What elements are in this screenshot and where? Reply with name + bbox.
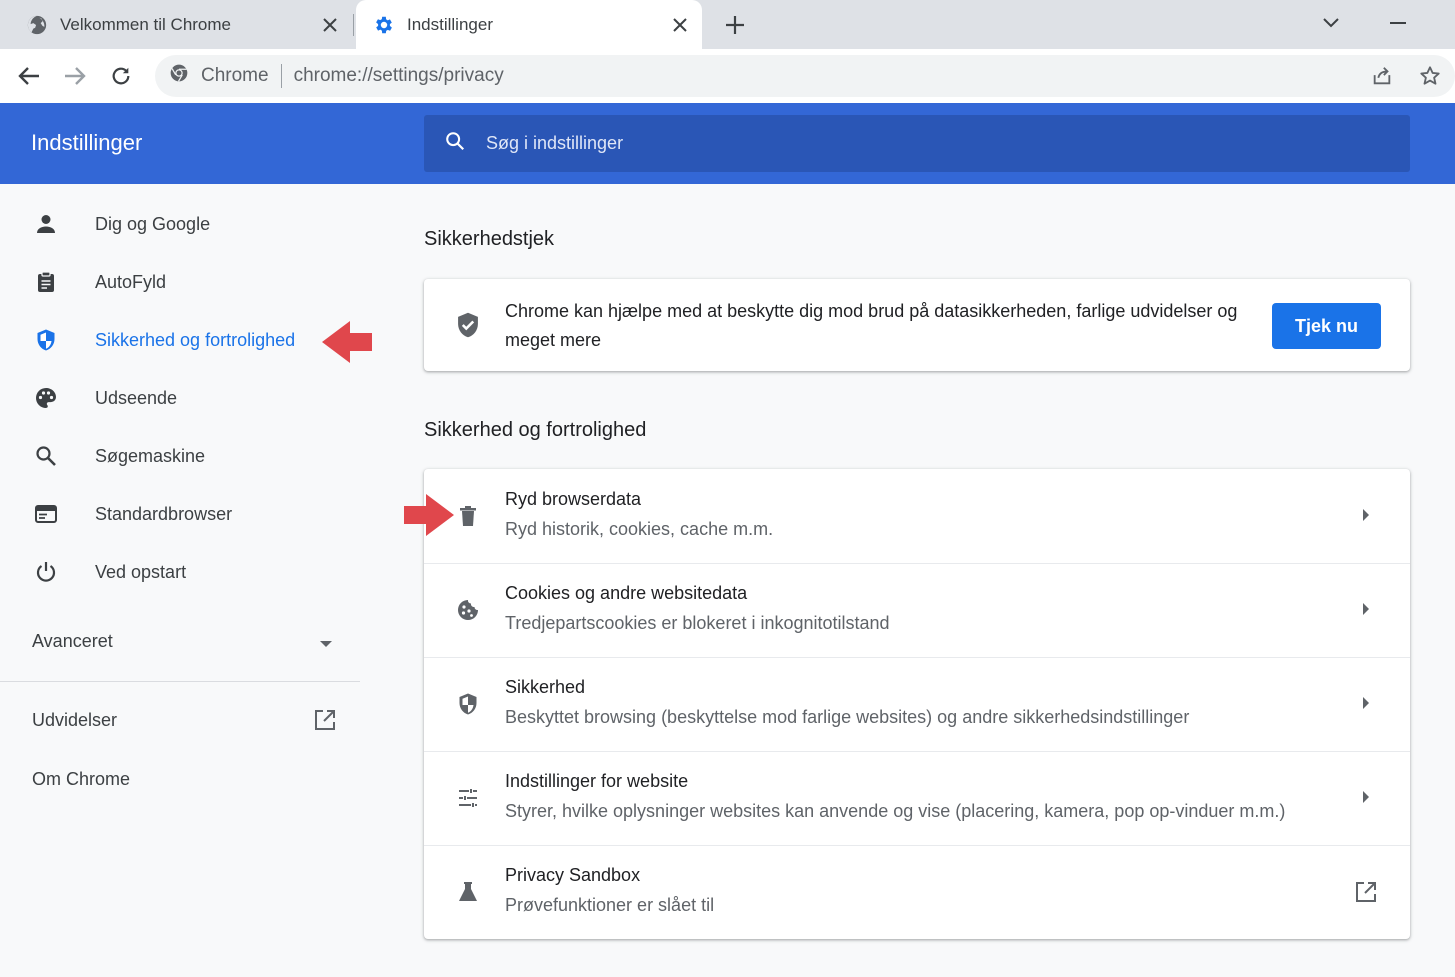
sidebar-item-on-startup[interactable]: Ved opstart — [0, 544, 360, 600]
row-subtitle: Ryd historik, cookies, cache m.m. — [505, 519, 774, 539]
chevron-right-icon — [1356, 599, 1376, 619]
power-icon — [32, 558, 60, 586]
row-security[interactable]: Sikkerhed Beskyttet browsing (beskyttels… — [424, 657, 1410, 751]
sidebar-item-you-and-google[interactable]: Dig og Google — [0, 196, 360, 252]
advanced-label: Avanceret — [32, 631, 113, 651]
flask-icon — [454, 878, 482, 906]
sidebar-about-chrome[interactable]: Om Chrome — [32, 769, 130, 790]
open-in-new-icon — [1352, 878, 1380, 906]
row-title: Ryd browserdata — [505, 489, 642, 509]
share-icon[interactable] — [1367, 61, 1397, 91]
sliders-icon — [454, 784, 482, 812]
minimize-icon[interactable] — [1383, 8, 1413, 38]
gear-icon — [373, 14, 395, 36]
tab-welcome[interactable]: Velkommen til Chrome — [0, 0, 352, 49]
shield-icon — [454, 690, 482, 718]
tab-separator — [353, 14, 354, 36]
browser-toolbar: Chrome chrome://settings/privacy — [0, 49, 1455, 103]
sidebar-item-label: Udseende — [95, 387, 178, 408]
row-privacy-sandbox[interactable]: Privacy Sandbox Prøvefunktioner er slået… — [424, 845, 1410, 939]
open-in-new-icon — [313, 708, 337, 737]
url-text[interactable]: chrome://settings/privacy — [294, 65, 504, 87]
shield-check-icon — [454, 311, 482, 344]
trash-icon — [454, 502, 482, 530]
close-tab-icon[interactable] — [668, 13, 692, 37]
browser-window-icon — [32, 500, 60, 528]
row-title: Privacy Sandbox — [505, 865, 641, 885]
address-bar[interactable]: Chrome chrome://settings/privacy — [155, 55, 1455, 97]
close-tab-icon[interactable] — [318, 13, 342, 37]
privacy-card: Ryd browserdata Ryd historik, cookies, c… — [424, 469, 1410, 939]
row-subtitle: Prøvefunktioner er slået til — [505, 895, 715, 915]
tab-strip: Velkommen til Chrome Indstillinger — [0, 0, 1455, 49]
sidebar-item-privacy[interactable]: Sikkerhed og fortrolighed — [0, 312, 360, 368]
omnibox-actions — [1367, 61, 1445, 91]
row-clear-browsing-data[interactable]: Ryd browserdata Ryd historik, cookies, c… — [424, 469, 1410, 563]
clipboard-icon — [32, 268, 60, 296]
person-icon — [32, 210, 60, 238]
sidebar-item-label: Standardbrowser — [95, 503, 233, 524]
sidebar-item-label: Ved opstart — [95, 561, 187, 582]
extensions-label: Udvidelser — [32, 710, 118, 730]
row-title: Cookies og andre websitedata — [505, 583, 748, 603]
omnibox-divider — [280, 64, 282, 88]
row-subtitle: Tredjepartscookies er blokeret i inkogni… — [505, 613, 890, 633]
settings-search[interactable] — [424, 115, 1410, 172]
search-input[interactable] — [486, 133, 1386, 154]
sidebar-extensions[interactable]: Udvidelser — [32, 710, 337, 736]
bookmark-star-icon[interactable] — [1415, 61, 1445, 91]
row-subtitle: Styrer, hvilke oplysninger websites kan … — [505, 801, 1286, 821]
sidebar-divider — [0, 681, 360, 682]
site-label: Chrome — [201, 65, 269, 86]
sidebar-item-search-engine[interactable]: Søgemaskine — [0, 428, 360, 484]
back-arrow-icon[interactable] — [13, 60, 45, 92]
cookie-icon — [454, 596, 482, 624]
privacy-heading: Sikkerhed og fortrolighed — [424, 419, 647, 441]
palette-icon — [32, 384, 60, 412]
chrome-logo-icon — [169, 63, 189, 89]
search-icon — [32, 442, 60, 470]
page-title: Indstillinger — [31, 130, 143, 155]
chevron-down-icon[interactable] — [1316, 8, 1346, 38]
sidebar-advanced[interactable]: Avanceret — [32, 631, 332, 655]
sidebar-item-label: Dig og Google — [95, 213, 211, 234]
sidebar-item-label: AutoFyld — [95, 271, 167, 292]
row-subtitle: Beskyttet browsing (beskyttelse mod farl… — [505, 707, 1190, 727]
row-title: Sikkerhed — [505, 677, 586, 697]
sidebar-item-autofill[interactable]: AutoFyld — [0, 254, 360, 310]
check-now-button[interactable]: Tjek nu — [1272, 303, 1381, 349]
chevron-right-icon — [1356, 787, 1376, 807]
safety-check-heading: Sikkerhedstjek — [424, 228, 555, 250]
chevron-right-icon — [1356, 505, 1376, 525]
annotation-arrow-left — [322, 321, 372, 363]
row-title: Indstillinger for website — [505, 771, 689, 791]
sidebar: Dig og Google AutoFyld Sikkerhed og fort… — [0, 184, 360, 977]
settings-header: Indstillinger — [0, 103, 1455, 184]
shield-icon — [32, 326, 60, 354]
sidebar-item-label: Sikkerhed og fortrolighed — [95, 329, 296, 350]
tab-settings[interactable]: Indstillinger — [356, 0, 702, 49]
search-icon — [444, 130, 466, 157]
sidebar-item-label: Søgemaskine — [95, 445, 206, 466]
new-tab-icon[interactable] — [720, 10, 750, 40]
annotation-arrow-right — [404, 494, 454, 536]
reload-icon[interactable] — [105, 60, 137, 92]
sidebar-item-default-browser[interactable]: Standardbrowser — [0, 486, 360, 542]
sidebar-item-appearance[interactable]: Udseende — [0, 370, 360, 426]
safety-check-description: Chrome kan hjælpe med at beskytte dig mo… — [505, 301, 1238, 350]
row-site-settings[interactable]: Indstillinger for website Styrer, hvilke… — [424, 751, 1410, 845]
chevron-right-icon — [1356, 693, 1376, 713]
row-cookies[interactable]: Cookies og andre websitedata Tredjeparts… — [424, 563, 1410, 657]
caret-down-icon — [320, 633, 332, 654]
safety-check-card: Chrome kan hjælpe med at beskytte dig mo… — [424, 279, 1410, 371]
tab-title: Velkommen til Chrome — [60, 14, 232, 34]
tab-title: Indstillinger — [407, 14, 493, 34]
forward-arrow-icon[interactable] — [59, 60, 91, 92]
globe-icon — [26, 14, 48, 36]
